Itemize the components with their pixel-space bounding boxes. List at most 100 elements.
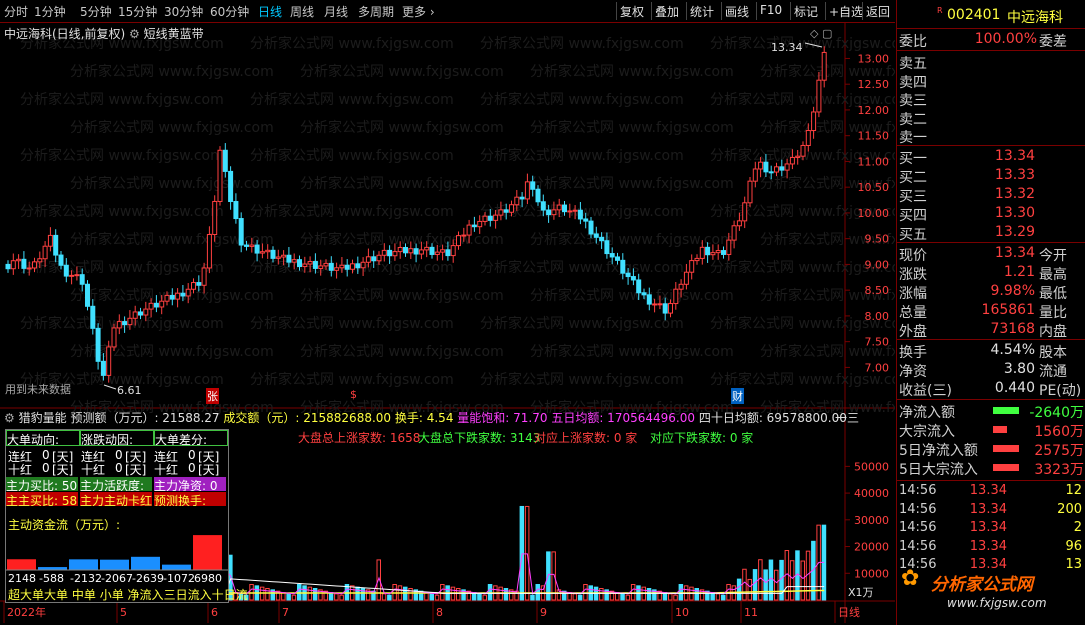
volume-bar	[482, 594, 487, 601]
event-marker-zhang[interactable]: 张	[206, 388, 219, 404]
price-tick-label: 11.50	[858, 130, 890, 143]
tab-fenshi[interactable]: 分时	[4, 3, 28, 20]
date-label: 11	[744, 606, 758, 619]
volume-bar	[625, 594, 631, 601]
candle-body	[540, 201, 546, 211]
candle-body	[413, 248, 419, 255]
chart-window-controls: ◇ ▢	[810, 27, 832, 40]
flow-bar	[993, 426, 1007, 433]
stats-button[interactable]: 统计	[686, 2, 717, 20]
chevron-right-icon: ›	[426, 5, 435, 19]
candle-body	[95, 327, 101, 362]
mark-button[interactable]: 标记	[790, 2, 821, 20]
flow-bar	[162, 564, 191, 570]
candle-body	[85, 283, 90, 307]
settings-icon[interactable]: ⚙	[129, 27, 140, 41]
tick-volume: 12	[1065, 483, 1082, 498]
candle-body	[238, 218, 244, 246]
candle-body	[5, 263, 11, 270]
flow-row: 5日净流入额 2575万	[897, 440, 1085, 459]
quote-4-label2: 内盘	[1039, 324, 1067, 340]
flow-bar	[193, 535, 222, 570]
candle-body	[127, 317, 133, 326]
price-tick-label: 12.00	[858, 104, 890, 117]
high-price-label: 13.34	[771, 41, 803, 54]
candle-body	[636, 279, 642, 294]
candle-body	[106, 346, 112, 376]
candle-body	[795, 155, 801, 158]
f10-button[interactable]: F10	[756, 2, 785, 20]
overlay-button[interactable]: 叠加	[651, 2, 682, 20]
tab-1min[interactable]: 1分钟	[34, 3, 66, 20]
candle-body	[456, 235, 461, 247]
subchart-name[interactable]: 猎豹量能	[19, 411, 67, 425]
settings-icon[interactable]: ⚙	[4, 411, 15, 425]
volume-tick-label: 30000	[854, 514, 889, 527]
tab-30min[interactable]: 30分钟	[164, 3, 203, 20]
ten-red-unit: [天]	[198, 463, 220, 477]
candle-body	[577, 209, 583, 220]
market-down-count: 大盘总下跌家数: 3143	[418, 431, 541, 445]
candle-body	[445, 249, 451, 257]
volume-bar	[779, 559, 784, 601]
tab-60min[interactable]: 60分钟	[210, 3, 249, 20]
candle-body	[471, 224, 477, 228]
flow-label: 十日流	[211, 588, 248, 602]
candle-body	[344, 264, 350, 270]
volume-bar	[763, 569, 768, 601]
draw-line-button[interactable]: 画线	[721, 2, 752, 20]
tab-monthly[interactable]: 月线	[324, 3, 348, 20]
tab-daily[interactable]: 日线	[258, 3, 282, 20]
volume-bar	[715, 593, 721, 601]
candle-body	[535, 188, 541, 203]
tab-15min[interactable]: 15分钟	[118, 3, 157, 20]
volume-bar	[736, 578, 742, 601]
tab-multi-period[interactable]: 多周期	[358, 3, 394, 20]
tab-weekly[interactable]: 周线	[290, 3, 314, 20]
date-label: 日线	[838, 605, 860, 619]
event-marker-dollar[interactable]: $	[350, 388, 357, 401]
window-toggle-icon[interactable]: ▢	[822, 27, 832, 40]
candle-body	[482, 215, 488, 222]
volume-bar	[339, 594, 344, 601]
tab-5min[interactable]: 5分钟	[80, 3, 112, 20]
candle-body	[201, 267, 207, 286]
candle-body	[805, 130, 811, 146]
subchart-more: 一三	[835, 411, 860, 425]
add-watchlist-button[interactable]: +自选	[825, 2, 866, 20]
candle-body	[350, 263, 355, 270]
candle-body	[440, 249, 446, 253]
tab-more[interactable]: 更多 ›	[402, 3, 435, 20]
candle-body	[185, 288, 191, 297]
candle-body	[673, 288, 679, 305]
infobox-row4: 主力买比: 50 主力活跃度: 5 主力净资: 0	[6, 477, 228, 492]
indicator-name[interactable]: 短线黄蓝带	[144, 27, 204, 41]
watermark-text: 分析家公式网 www.fxjgsw.com	[250, 315, 454, 332]
candle-body	[281, 254, 287, 258]
quote-1-row: 涨跌 1.21 最高	[897, 264, 1085, 283]
tick-time: 14:56	[899, 557, 937, 572]
candle-body	[69, 274, 75, 277]
tick-row: 14:56 13.34 13	[897, 557, 1085, 575]
streak-value: 0	[42, 448, 50, 462]
volume-tick-label: 40000	[854, 487, 889, 500]
candle-body	[604, 240, 610, 255]
flow-row: 大宗流入 1560万	[897, 421, 1085, 440]
bid-5-row: 买五 13.29	[897, 224, 1085, 243]
candle-body	[387, 249, 393, 257]
candle-body	[169, 294, 175, 300]
event-marker-cai[interactable]: 财	[731, 388, 744, 404]
low-price-label: 6.61	[117, 384, 142, 397]
tick-row: 14:56 13.34 12	[897, 483, 1085, 501]
candle-body	[376, 254, 382, 262]
candle-body	[498, 209, 504, 216]
back-button[interactable]: 返回	[862, 2, 893, 20]
period-toolbar: 分时 1分钟 5分钟 15分钟 30分钟 60分钟 日线 周线 月线 多周期 更…	[0, 0, 895, 23]
candle-body	[514, 196, 520, 206]
diamond-icon[interactable]: ◇	[810, 27, 818, 40]
chart-header: 中远海科(日线,前复权) ⚙ 短线黄蓝带	[4, 25, 204, 42]
fuquan-button[interactable]: 复权	[616, 2, 647, 20]
candle-body	[111, 327, 117, 348]
candle-body	[217, 149, 223, 202]
fund-1-label: 净资	[899, 364, 927, 380]
